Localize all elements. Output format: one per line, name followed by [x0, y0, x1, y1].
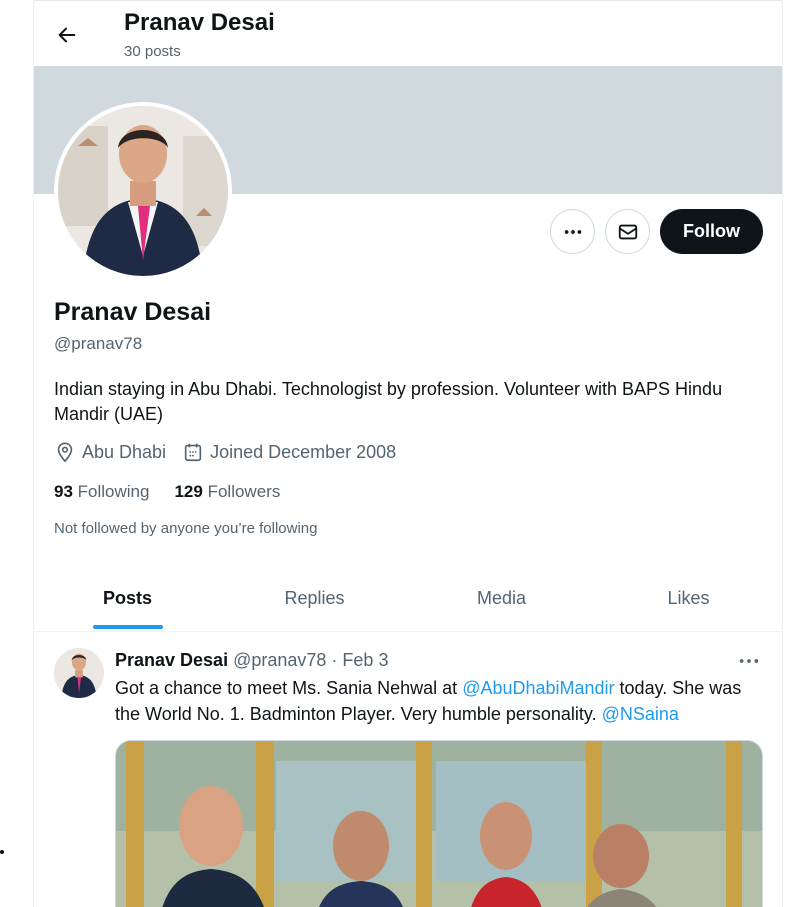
tweet-author-avatar[interactable] — [54, 648, 104, 698]
tab-label: Media — [476, 588, 527, 608]
group-photo-illustration — [116, 741, 762, 907]
profile-stats: 93 Following 129 Followers — [54, 482, 305, 502]
followers-label: Followers — [207, 482, 281, 501]
arrow-left-icon — [58, 27, 76, 43]
more-options-button[interactable] — [550, 209, 595, 254]
tab-label: Replies — [284, 588, 345, 608]
profile-column: Pranav Desai 30 posts Follow Pranav Desa… — [33, 0, 783, 907]
tweet-mention[interactable]: @AbuDhabiMandir — [462, 678, 614, 698]
profile-meta: Abu Dhabi Joined December 2008 — [54, 441, 412, 463]
tweet-author-handle[interactable]: @pranav78 — [233, 650, 326, 671]
back-button[interactable] — [50, 18, 84, 52]
tweet-media-photo[interactable] — [115, 740, 763, 907]
envelope-icon — [618, 224, 637, 239]
tweet-mention[interactable]: @NSaina — [602, 704, 679, 724]
profile-name: Pranav Desai — [54, 298, 212, 326]
profile-avatar[interactable] — [54, 102, 232, 280]
tweet-text: Got a chance to meet Ms. Sania Nehwal at… — [115, 675, 765, 727]
tab-replies[interactable]: Replies — [221, 566, 408, 631]
more-horizontal-icon — [564, 229, 581, 234]
more-horizontal-icon — [739, 659, 759, 663]
tweet-text-part: Got a chance to meet Ms. Sania Nehwal at — [115, 678, 463, 698]
tweet-header: Pranav Desai @pranav78 · Feb 3 — [115, 650, 388, 671]
following-link[interactable]: 93 Following — [54, 482, 149, 502]
profile-tabs: Posts Replies Media Likes — [34, 566, 782, 632]
header-posts-count: 30 posts — [124, 43, 181, 60]
location-pin-icon — [57, 442, 73, 463]
following-label: Following — [77, 482, 150, 501]
tweet-avatar-illustration — [54, 648, 104, 698]
stray-dot — [0, 850, 4, 854]
tab-media[interactable]: Media — [408, 566, 595, 631]
tab-label: Posts — [102, 588, 153, 608]
calendar-icon — [184, 443, 202, 462]
location-text: Abu Dhabi — [82, 441, 167, 462]
avatar-image — [58, 106, 228, 276]
header-profile-name: Pranav Desai — [124, 9, 275, 36]
tweet[interactable]: Pranav Desai @pranav78 · Feb 3 Got a cha… — [34, 633, 782, 907]
tab-label: Likes — [667, 588, 710, 608]
tweet-more-button[interactable] — [734, 651, 764, 671]
not-followed-notice: Not followed by anyone you’re following — [54, 520, 318, 537]
joined-text: Joined December 2008 — [210, 441, 397, 462]
tweet-date[interactable]: Feb 3 — [342, 650, 388, 671]
profile-joined: Joined December 2008 — [182, 441, 396, 463]
followers-link[interactable]: 129 Followers — [174, 482, 280, 502]
following-count: 93 — [54, 482, 73, 501]
active-tab-indicator — [92, 625, 163, 629]
profile-header-bar: Pranav Desai 30 posts — [34, 0, 782, 66]
message-button[interactable] — [605, 209, 650, 254]
tab-likes[interactable]: Likes — [595, 566, 782, 631]
profile-handle: @pranav78 — [54, 334, 143, 353]
follow-button[interactable]: Follow — [660, 209, 763, 254]
profile-bio: Indian staying in Abu Dhabi. Technologis… — [54, 379, 723, 424]
avatar-person-illustration — [58, 106, 228, 276]
tab-posts[interactable]: Posts — [34, 566, 221, 631]
tweet-author-name[interactable]: Pranav Desai — [115, 650, 228, 671]
profile-location: Abu Dhabi — [54, 441, 166, 463]
followers-count: 129 — [174, 482, 203, 501]
tweet-separator: · — [331, 650, 338, 670]
